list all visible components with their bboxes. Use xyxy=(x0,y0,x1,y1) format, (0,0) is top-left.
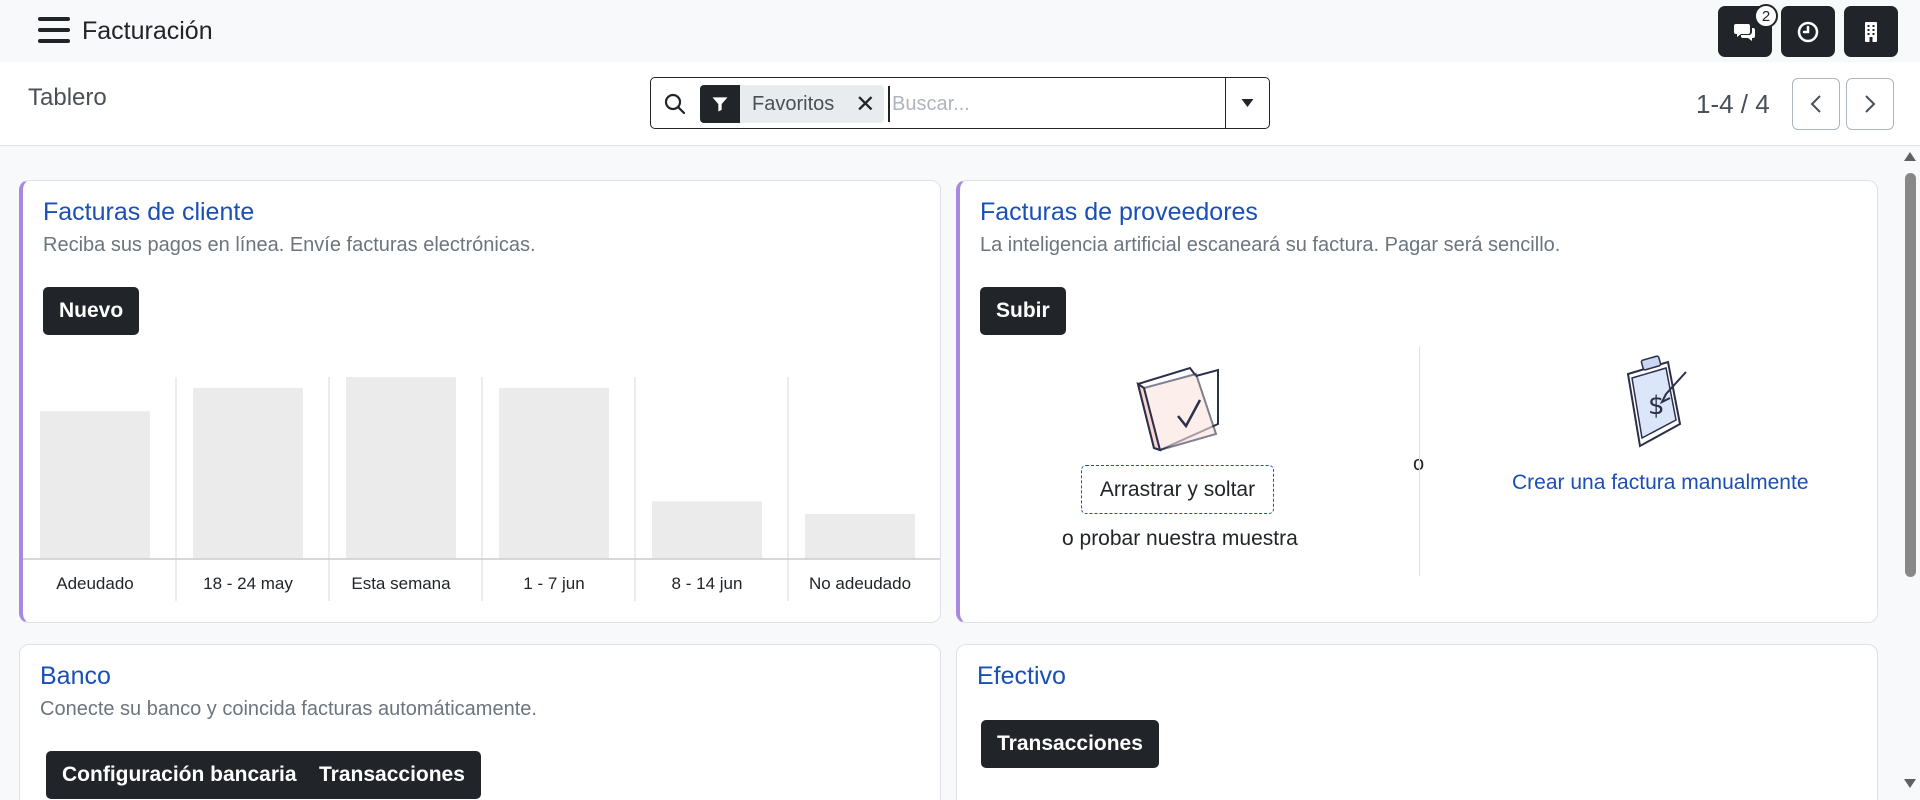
close-icon[interactable]: ✕ xyxy=(846,85,885,123)
new-invoice-button[interactable]: Nuevo xyxy=(43,287,140,335)
messages-badge: 2 xyxy=(1754,4,1778,28)
try-sample-link[interactable]: o probar nuestra muestra xyxy=(1062,527,1298,551)
chart-tick-label: 8 - 14 jun xyxy=(672,574,743,593)
chart-bar[interactable] xyxy=(652,501,762,559)
breadcrumb: Tablero xyxy=(28,84,107,111)
search-options-toggle[interactable] xyxy=(1225,78,1269,128)
card-subtitle: Conecte su banco y coincida facturas aut… xyxy=(40,698,537,720)
app-title[interactable]: Facturación xyxy=(82,17,213,46)
vendor-bills-card: Facturas de proveedores La inteligencia … xyxy=(956,180,1878,623)
top-navbar: Facturación 2 xyxy=(0,0,1920,62)
chart-tick-label: Esta semana xyxy=(351,574,451,593)
chart-bar[interactable] xyxy=(40,411,150,559)
card-subtitle: La inteligencia artificial escaneará su … xyxy=(980,234,1561,256)
cash-transactions-button[interactable]: Transacciones xyxy=(981,720,1159,768)
bank-card: Banco Conecte su banco y coincida factur… xyxy=(19,644,941,800)
chart-tick-label: 1 - 7 jun xyxy=(523,574,584,593)
chart-tick-label: 18 - 24 may xyxy=(203,574,293,593)
facet-label: Favoritos xyxy=(740,85,847,123)
building-icon xyxy=(1865,21,1877,42)
search-icon[interactable] xyxy=(663,92,687,116)
card-title[interactable]: Facturas de proveedores xyxy=(980,198,1258,227)
card-title[interactable]: Facturas de cliente xyxy=(43,198,254,227)
control-panel: Tablero Favoritos ✕ 1-4 / 4 xyxy=(0,62,1920,146)
chevron-right-icon xyxy=(1865,95,1876,113)
upload-button[interactable]: Subir xyxy=(980,287,1066,335)
chart-tick-label: No adeudado xyxy=(809,574,911,593)
drag-and-drop-button[interactable]: Arrastrar y soltar xyxy=(1081,465,1274,514)
search-facet-favorites: Favoritos ✕ xyxy=(700,85,885,123)
clipboard-dollar-icon: $ xyxy=(1626,355,1687,448)
customer-invoices-card: Facturas de cliente Reciba sus pagos en … xyxy=(19,180,941,623)
card-title[interactable]: Efectivo xyxy=(977,662,1066,691)
pager-next-button[interactable] xyxy=(1846,78,1894,130)
pager-previous-button[interactable] xyxy=(1792,78,1840,130)
search-bar: Favoritos ✕ xyxy=(650,77,1270,129)
caret-down-icon xyxy=(1241,99,1254,107)
chat-icon xyxy=(1734,23,1755,41)
svg-text:$: $ xyxy=(1648,391,1665,421)
invoices-bar-chart: Adeudado 18 - 24 may Esta semana 1 - 7 jun 8… xyxy=(23,377,940,601)
filter-icon xyxy=(700,85,740,123)
messages-button[interactable]: 2 xyxy=(1718,4,1778,57)
pager-value[interactable]: 1-4 / 4 xyxy=(1696,89,1770,120)
card-subtitle: Reciba sus pagos en línea. Envíe factura… xyxy=(43,234,536,256)
cash-card: Efectivo Transacciones xyxy=(956,644,1878,800)
scrollbar[interactable] xyxy=(1900,147,1920,800)
chevron-left-icon xyxy=(1810,95,1821,113)
card-title[interactable]: Banco xyxy=(40,662,111,691)
company-switcher-button[interactable] xyxy=(1844,6,1898,57)
menu-icon[interactable] xyxy=(38,17,70,43)
scroll-down-icon[interactable] xyxy=(1904,779,1916,788)
scroll-thumb[interactable] xyxy=(1905,173,1916,577)
create-manual-invoice-link[interactable]: Crear una factura manualmente xyxy=(1512,471,1809,495)
search-input[interactable] xyxy=(888,86,1208,122)
bank-transactions-button[interactable]: Transacciones xyxy=(303,751,481,799)
chart-bar[interactable] xyxy=(499,387,609,559)
chart-bar[interactable] xyxy=(346,377,456,559)
scroll-up-icon[interactable] xyxy=(1904,152,1916,161)
clock-icon xyxy=(1797,21,1819,42)
separator-line xyxy=(1419,346,1420,576)
chart-tick-label: Adeudado xyxy=(56,574,134,593)
folder-check-icon xyxy=(1136,366,1219,452)
chart-bar[interactable] xyxy=(805,513,915,559)
chart-bar[interactable] xyxy=(193,387,303,559)
activities-button[interactable] xyxy=(1781,6,1835,57)
bank-configuration-button[interactable]: Configuración bancaria xyxy=(46,751,313,799)
